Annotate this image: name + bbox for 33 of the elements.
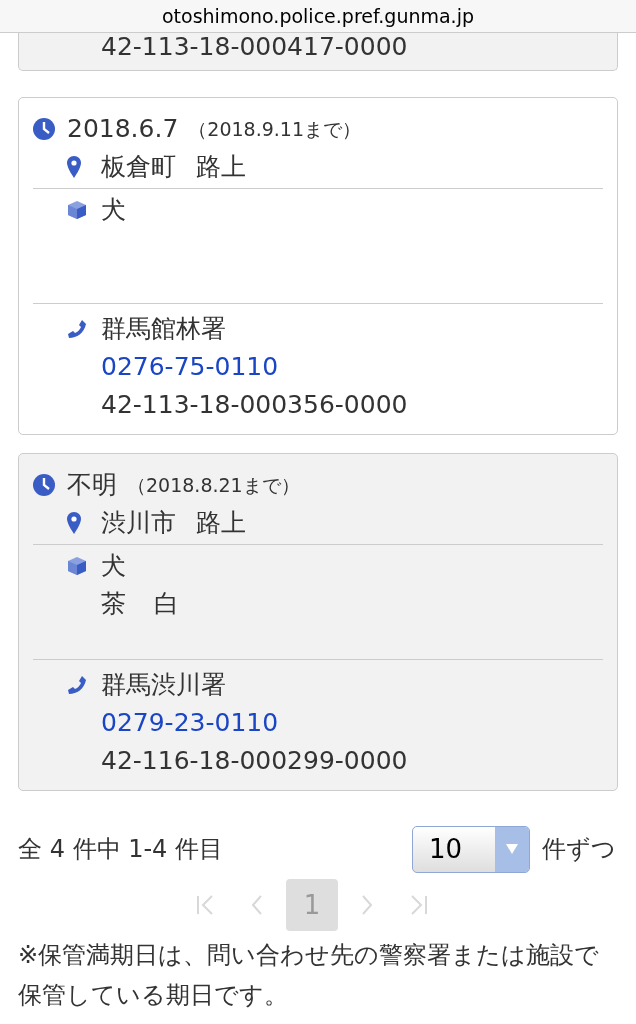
place-text: 路上 bbox=[196, 151, 246, 183]
clock-icon bbox=[33, 118, 55, 140]
phone-link[interactable]: 0276-75-0110 bbox=[101, 352, 279, 381]
item-description: 茶 bbox=[101, 588, 126, 620]
cube-icon bbox=[67, 200, 87, 220]
clock-icon bbox=[33, 474, 55, 496]
url-text: otoshimono.police.pref.gunma.jp bbox=[162, 3, 474, 29]
receipt-number: 42-116-18-000299-0000 bbox=[101, 746, 408, 775]
dropdown-arrow-icon bbox=[506, 844, 518, 854]
phone-link[interactable]: 0279-23-0110 bbox=[101, 708, 279, 737]
phone-icon bbox=[67, 319, 87, 339]
footnote-text: ※保管満期日は、問い合わせ先の警察署または施設で保管している期日です。 bbox=[18, 940, 601, 1011]
phone-icon bbox=[67, 675, 87, 695]
place-text: 渋川市 bbox=[101, 507, 176, 539]
cube-icon bbox=[67, 556, 87, 576]
result-summary: 全 4 件中 1-4 件目 bbox=[18, 834, 224, 865]
item-description: 白 bbox=[154, 588, 179, 620]
map-pin-icon bbox=[67, 512, 81, 534]
police-station: 群馬渋川署 bbox=[101, 669, 226, 701]
item-description: 犬 bbox=[101, 550, 126, 582]
receipt-number: 42-113-18-000417-0000 bbox=[101, 33, 408, 61]
place-text: 板倉町 bbox=[101, 151, 176, 183]
receipt-number: 42-113-18-000356-0000 bbox=[101, 390, 408, 419]
map-pin-icon bbox=[67, 156, 81, 178]
found-date: 2018.6.7 bbox=[67, 113, 179, 145]
item-description: 犬 bbox=[101, 194, 126, 226]
found-date: 不明 bbox=[67, 469, 117, 501]
deadline-text: （2018.9.11まで） bbox=[188, 117, 362, 142]
page-size-select[interactable]: 10 bbox=[412, 825, 530, 873]
place-text: 路上 bbox=[196, 507, 246, 539]
deadline-text: （2018.8.21まで） bbox=[127, 473, 300, 498]
per-page-label: 件ずつ bbox=[542, 834, 616, 865]
police-station: 群馬館林署 bbox=[101, 313, 226, 345]
